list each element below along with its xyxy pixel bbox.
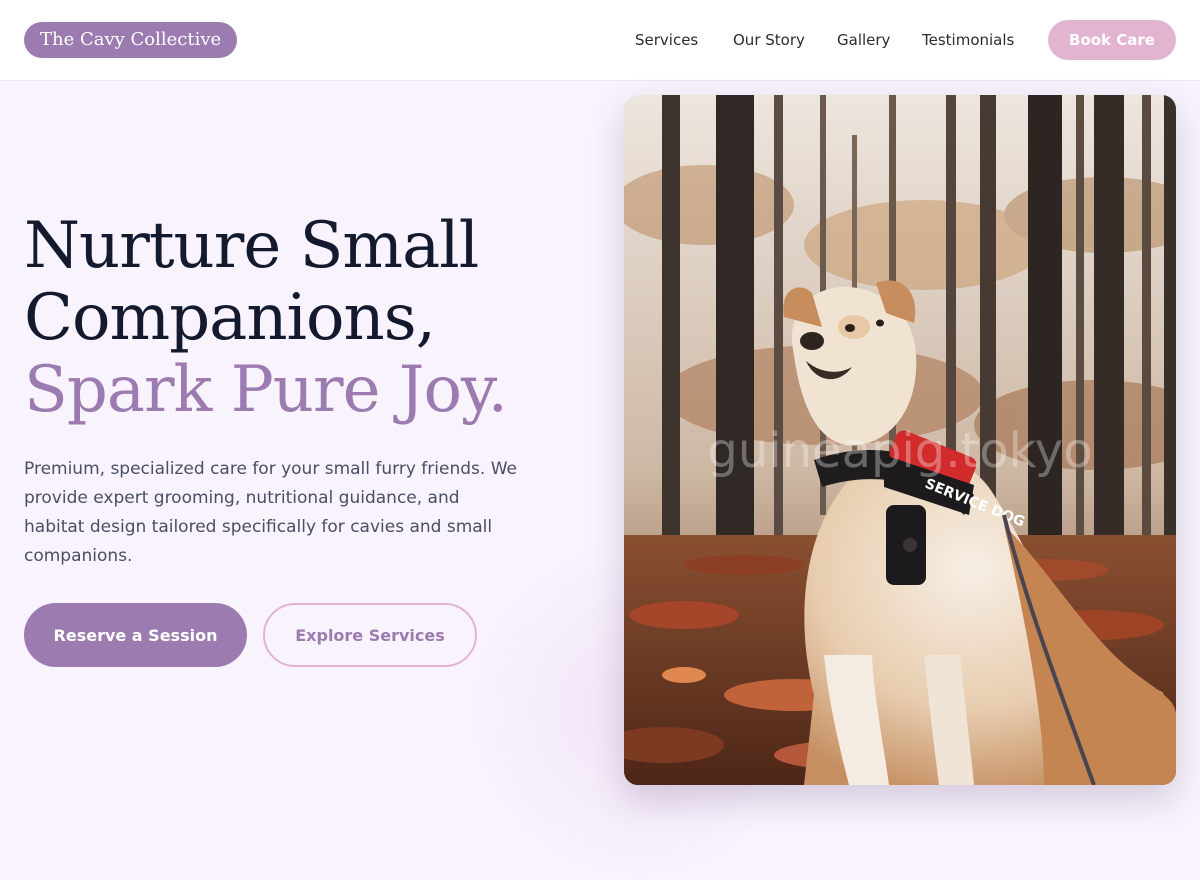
dog-nose — [800, 332, 824, 350]
dog-in-forest-photo: SERVICE DOG guineapig.tokyo — [624, 95, 1176, 785]
headline-line-2: Companions, — [24, 281, 436, 355]
nav-link-services[interactable]: Services — [635, 29, 698, 51]
nav-link-gallery[interactable]: Gallery — [837, 29, 890, 51]
headline-line-1: Nurture Small — [24, 209, 479, 283]
reserve-session-button[interactable]: Reserve a Session — [24, 603, 247, 667]
nav-link-testimonials[interactable]: Testimonials — [922, 29, 1014, 51]
headline-accent: Spark Pure Joy. — [24, 353, 508, 427]
hero-photo: SERVICE DOG guineapig.tokyo — [624, 95, 1176, 785]
book-care-button[interactable]: Book Care — [1048, 20, 1176, 60]
explore-services-button[interactable]: Explore Services — [263, 603, 477, 667]
site-header: The Cavy Collective Services Our Story G… — [0, 0, 1200, 81]
hero-description: Premium, specialized care for your small… — [24, 459, 517, 566]
hero-headline: Nurture Small Companions, Spark Pure Joy… — [24, 209, 508, 427]
main-nav: Services Our Story Gallery Testimonials — [0, 29, 1200, 51]
nav-link-our-story[interactable]: Our Story — [733, 29, 805, 51]
watermark-text: guineapig.tokyo — [707, 423, 1092, 479]
